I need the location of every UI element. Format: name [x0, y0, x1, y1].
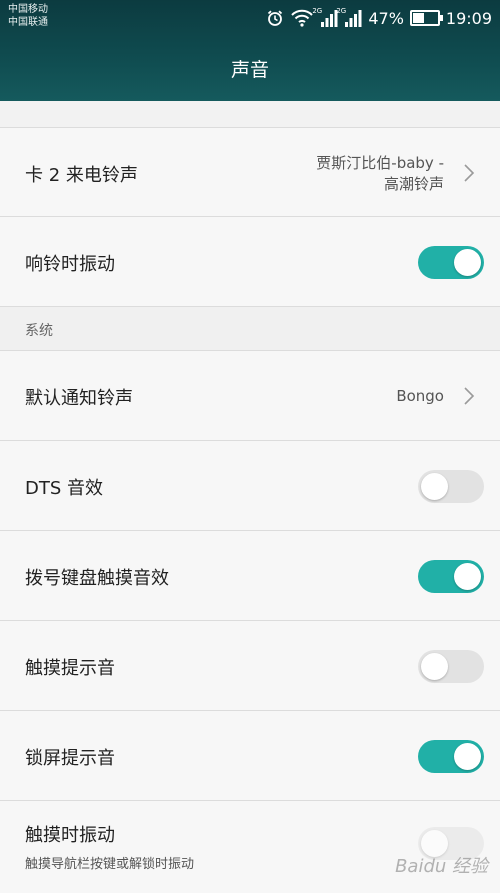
- row-title: DTS 音效: [25, 478, 104, 499]
- value-line-2: 高潮铃声: [383, 175, 444, 193]
- dialpad-sound-row[interactable]: 拨号键盘触摸音效: [0, 531, 500, 621]
- row-title: 触摸提示音: [25, 658, 115, 679]
- signal-2: 2G: [336, 7, 362, 27]
- lock-sound-toggle[interactable]: [418, 740, 484, 773]
- chevron-right-icon: [464, 387, 475, 405]
- vibrate-on-ring-toggle[interactable]: [418, 246, 484, 279]
- touch-vibrate-row[interactable]: 触摸时振动 触摸导航栏按键或解锁时振动: [0, 801, 500, 893]
- carrier-labels: 中国移动 中国联通: [8, 3, 48, 29]
- row-value: 贾斯汀比伯-baby - 高潮铃声: [316, 153, 444, 195]
- row-title: 锁屏提示音: [25, 748, 115, 769]
- row-title: 响铃时振动: [25, 254, 115, 275]
- row-subtitle: 触摸导航栏按键或解锁时振动: [25, 857, 195, 872]
- alarm-icon: [268, 10, 283, 26]
- dialpad-sound-toggle[interactable]: [418, 560, 484, 593]
- row-title: 拨号键盘触摸音效: [25, 568, 169, 589]
- toggle-knob: [454, 249, 481, 276]
- status-icons: 2G 2G 47% 19:09: [260, 6, 492, 30]
- value-line-1: 贾斯汀比伯-baby -: [316, 154, 444, 172]
- clock: 19:09: [445, 8, 492, 28]
- app-header: 中国移动 中国联通 2G 2G 47% 19:09 声音: [0, 0, 500, 101]
- sim2-ringtone-row[interactable]: 卡 2 来电铃声 贾斯汀比伯-baby - 高潮铃声: [0, 127, 500, 217]
- dts-row[interactable]: DTS 音效: [0, 441, 500, 531]
- settings-list: 卡 2 来电铃声 贾斯汀比伯-baby - 高潮铃声 响铃时振动 系统 默认通知…: [0, 101, 500, 893]
- network-type-2: 2G: [336, 7, 347, 15]
- toggle-knob: [421, 653, 448, 680]
- row-title: 卡 2 来电铃声: [25, 165, 138, 186]
- battery-level: [412, 13, 425, 23]
- toggle-knob: [454, 743, 481, 770]
- row-value: Bongo: [396, 387, 444, 405]
- section-label: 系统: [25, 323, 53, 339]
- touch-sound-toggle[interactable]: [418, 650, 484, 683]
- network-type-1: 2G: [312, 7, 323, 15]
- touch-sound-row[interactable]: 触摸提示音: [0, 621, 500, 711]
- row-title: 触摸时振动: [25, 825, 115, 846]
- status-bar: 中国移动 中国联通 2G 2G 47% 19:09: [0, 0, 500, 36]
- carrier-1: 中国移动: [8, 4, 48, 15]
- dts-toggle[interactable]: [418, 470, 484, 503]
- watermark: Baidu 经验: [395, 856, 488, 877]
- chevron-right-icon: [464, 164, 475, 182]
- wifi-icon: [291, 9, 314, 27]
- vibrate-on-ring-row[interactable]: 响铃时振动: [0, 217, 500, 307]
- carrier-2: 中国联通: [8, 17, 48, 28]
- battery-percent: 47%: [368, 8, 404, 28]
- row-title: 默认通知铃声: [25, 388, 133, 409]
- page-title: 声音: [230, 59, 269, 81]
- toggle-knob: [421, 473, 448, 500]
- battery-icon: [409, 10, 443, 26]
- signal-icon: [345, 10, 362, 27]
- top-spacer: [0, 101, 500, 127]
- default-notification-row[interactable]: 默认通知铃声 Bongo: [0, 351, 500, 441]
- lock-sound-row[interactable]: 锁屏提示音: [0, 711, 500, 801]
- section-header-system: 系统: [0, 307, 500, 351]
- toggle-knob: [454, 563, 481, 590]
